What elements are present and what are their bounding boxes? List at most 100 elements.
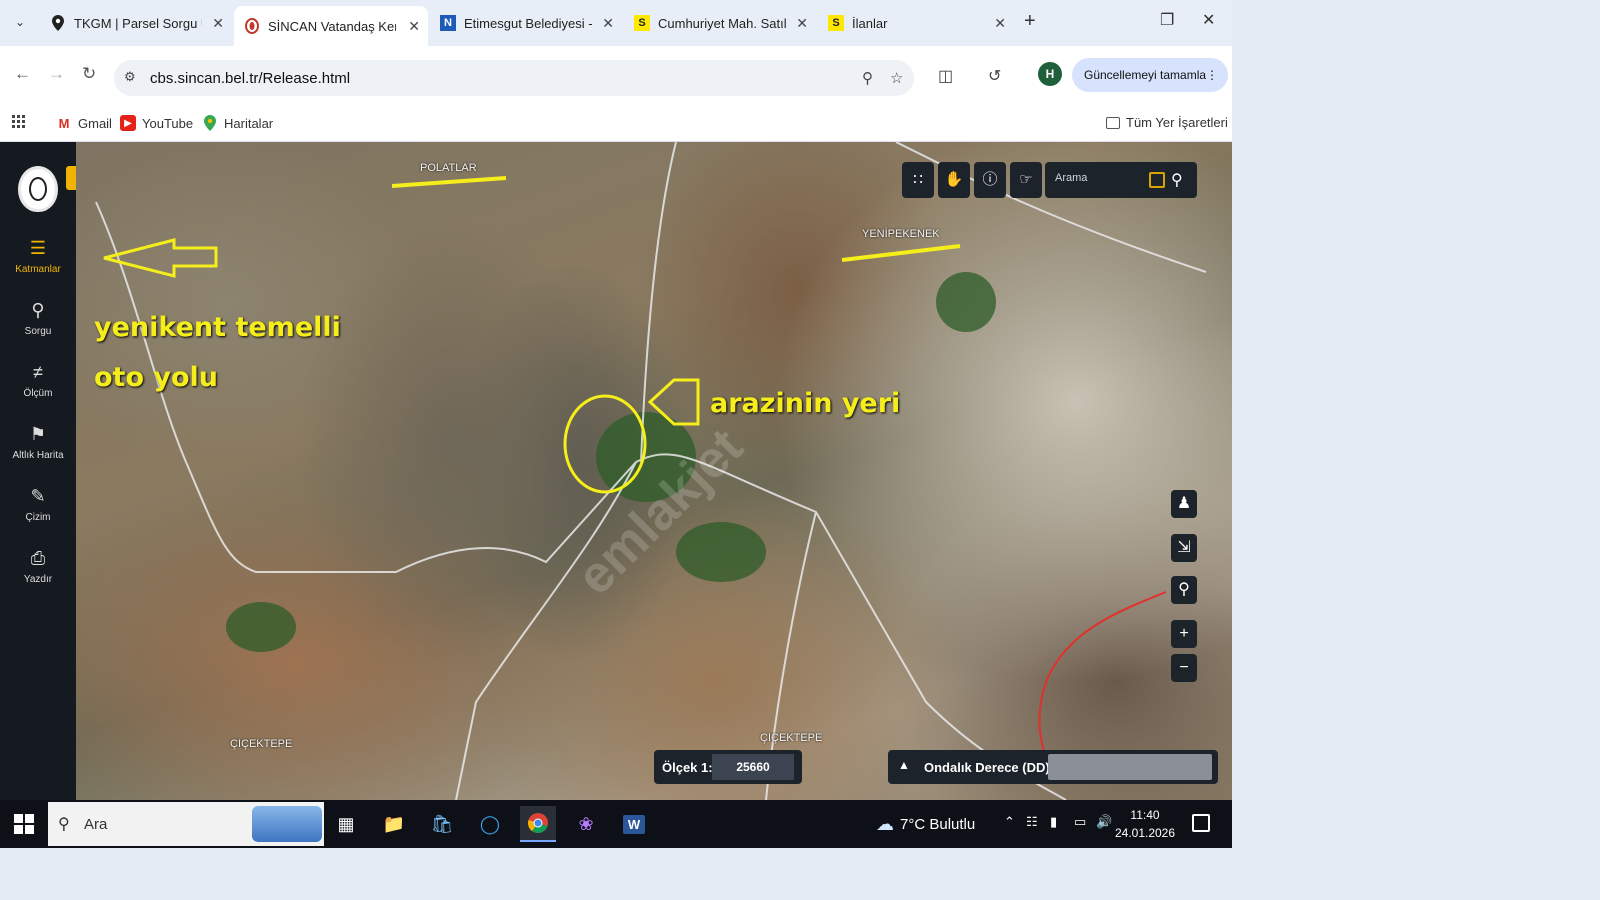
all-bookmarks-button[interactable]: Tüm Yer İşaretleri [1106, 115, 1228, 130]
windows-start-icon[interactable] [14, 814, 34, 834]
arrow-left-icon [647, 378, 700, 426]
close-icon[interactable]: ✕ [408, 18, 420, 35]
zoom-box-icon[interactable]: ⚲ [1171, 576, 1197, 604]
tab-tkgm[interactable]: TKGM | Parsel Sorgu Uyg ✕ [40, 8, 232, 38]
reload-icon[interactable]: ↻ [82, 64, 96, 84]
edge-icon[interactable]: ◯ [472, 806, 508, 842]
new-tab-button[interactable]: + [1024, 10, 1036, 33]
network-icon[interactable]: ☷ [1026, 814, 1038, 830]
menu-dots-icon[interactable]: ⋮ [1206, 58, 1218, 92]
coordinate-system-label[interactable]: Ondalık Derece (DD) [924, 760, 1050, 775]
zoom-in-icon[interactable]: + [1171, 620, 1197, 648]
file-explorer-icon[interactable]: 📁 [376, 806, 412, 842]
bookmark-label: Haritalar [224, 115, 274, 131]
search-filter-icon[interactable] [1149, 172, 1165, 188]
word-icon[interactable]: W [616, 806, 652, 842]
bookmark-gmail[interactable]: M Gmail [56, 115, 112, 131]
taskbar-search-placeholder[interactable]: Ara [84, 816, 107, 833]
close-icon[interactable]: ✕ [994, 15, 1006, 32]
weather-widget[interactable]: ☁ 7°C Bulutlu [876, 814, 975, 835]
cloud-icon: ☁ [876, 814, 894, 834]
etimesgut-logo-icon: N [440, 15, 456, 31]
coordinate-value [1048, 754, 1212, 780]
sidebar-item-draw[interactable]: ✎ Çizim [0, 486, 76, 523]
map-search-input[interactable]: Arama [1055, 172, 1087, 184]
chevron-up-icon[interactable]: ▲ [898, 758, 910, 772]
chrome-icon[interactable] [520, 806, 556, 842]
grid-tool-icon[interactable]: ∷ [902, 162, 934, 198]
back-icon[interactable]: ← [14, 64, 31, 84]
sidebar-item-basemap[interactable]: ⚑ Altlık Harita [0, 424, 76, 461]
bookmark-maps[interactable]: Haritalar [202, 115, 273, 131]
scale-value[interactable]: 25660 [712, 754, 794, 780]
bookmarks-bar: M Gmail ▶ YouTube Haritalar Tüm Yer İşar… [0, 104, 1232, 142]
notification-icon[interactable] [1192, 814, 1210, 832]
tab-etimesgut[interactable]: N Etimesgut Belediyesi - N ✕ [430, 8, 622, 38]
all-bookmarks-label: Tüm Yer İşaretleri [1126, 115, 1228, 130]
bookmark-label: Gmail [78, 115, 112, 131]
layers-icon: ☰ [29, 238, 47, 258]
chevron-up-icon[interactable]: ⌃ [1004, 814, 1015, 830]
sidebar-item-layers[interactable]: ☰ Katmanlar [0, 238, 76, 275]
history-icon[interactable]: ↺ [988, 66, 1001, 86]
sincan-logo-icon [244, 18, 260, 34]
select-tool-icon[interactable]: ☞ [1010, 162, 1042, 198]
tab-search-button[interactable]: ⌄ [8, 10, 32, 34]
gis-sidebar: › ☰ Katmanlar ⚲ Sorgu ≠ Ölçüm ⚑ Altlık H… [0, 142, 88, 800]
search-icon[interactable]: ⚲ [1171, 170, 1183, 190]
place-label: YENİPEKENEK [862, 228, 940, 240]
tab-sincan[interactable]: SİNCAN Vatandaş Kent F ✕ [234, 6, 428, 46]
close-window-icon[interactable]: ✕ [1202, 10, 1215, 30]
sidebar-item-measure[interactable]: ≠ Ölçüm [0, 362, 76, 399]
annotation-land-location: arazinin yeri [710, 388, 901, 419]
coordinate-box[interactable]: ▲ Ondalık Derece (DD) [888, 750, 1218, 784]
arrow-left-icon [103, 238, 218, 278]
sidebar-item-print[interactable]: ⎙ Yazdır [0, 548, 76, 585]
scale-box: Ölçek 1: 25660 [654, 750, 802, 784]
extensions-icon[interactable]: ◫ [938, 66, 953, 86]
omnibox[interactable]: ⚙ cbs.sincan.bel.tr/Release.html ⚲ ☆ [114, 60, 914, 96]
satellite-map[interactable]: POLATLAR YENİPEKENEK ÇIÇEKTEPE ÇIÇEKTEPE… [76, 142, 1232, 800]
full-extent-icon[interactable]: ⇲ [1171, 534, 1197, 562]
windows-taskbar: ⚲ Ara ▦ 📁 🛍 ◯ ❀ W ☁ 7°C Bulutlu ⌃ ☷ ▮ ▭ … [0, 800, 1232, 848]
zoom-icon[interactable]: ⚲ [862, 69, 873, 87]
hand-tool-icon[interactable]: ✋ [938, 162, 970, 198]
street-view-icon[interactable]: ♟ [1171, 490, 1197, 518]
close-icon[interactable]: ✕ [212, 15, 224, 32]
annotation-road-line1: yenikent temelli [94, 312, 341, 343]
address-bar-row: ← → ↻ ⚙ cbs.sincan.bel.tr/Release.html ⚲… [0, 46, 1232, 104]
update-button[interactable]: Güncellemeyi tamamla ⋮ [1072, 58, 1228, 92]
url-text[interactable]: cbs.sincan.bel.tr/Release.html [150, 70, 350, 87]
road-line [640, 142, 677, 463]
store-icon[interactable]: 🛍 [424, 806, 460, 842]
site-info-icon[interactable]: ⚙ [124, 69, 136, 85]
bookmark-star-icon[interactable]: ☆ [890, 69, 903, 87]
zoom-out-icon[interactable]: − [1171, 654, 1197, 682]
task-view-icon[interactable]: ▦ [328, 806, 364, 842]
battery-icon[interactable]: ▮ [1050, 814, 1057, 830]
profile-avatar[interactable]: H [1038, 62, 1062, 86]
taskbar-search[interactable]: ⚲ Ara [48, 802, 324, 846]
tab-cumhuriyet[interactable]: S Cumhuriyet Mah. Satılık ✕ [624, 8, 816, 38]
maps-icon [202, 115, 218, 131]
copilot-icon[interactable]: ❀ [568, 806, 604, 842]
sidebar-item-query[interactable]: ⚲ Sorgu [0, 300, 76, 337]
search-highlight-image [252, 806, 322, 842]
annotation-road-line2: oto yolu [94, 362, 219, 393]
youtube-icon: ▶ [120, 115, 136, 131]
info-tool-icon[interactable]: ⓘ [974, 162, 1006, 198]
draw-icon: ✎ [30, 486, 46, 506]
bookmark-youtube[interactable]: ▶ YouTube [120, 115, 193, 131]
apps-grid-icon[interactable] [12, 115, 26, 129]
highlight-line [391, 176, 507, 188]
close-icon[interactable]: ✕ [796, 15, 808, 32]
map-search[interactable]: Arama ⚲ [1045, 162, 1197, 198]
tab-ilanlar[interactable]: S İlanlar ✕ [818, 8, 1014, 38]
restore-window-icon[interactable]: ❐ [1160, 10, 1174, 30]
close-icon[interactable]: ✕ [602, 15, 614, 32]
map-overlay [95, 142, 1207, 800]
forward-icon[interactable]: → [48, 64, 65, 84]
display-icon[interactable]: ▭ [1074, 814, 1086, 830]
weather-text: 7°C Bulutlu [900, 816, 976, 833]
clock[interactable]: 11:40 24.01.2026 [1110, 806, 1180, 842]
